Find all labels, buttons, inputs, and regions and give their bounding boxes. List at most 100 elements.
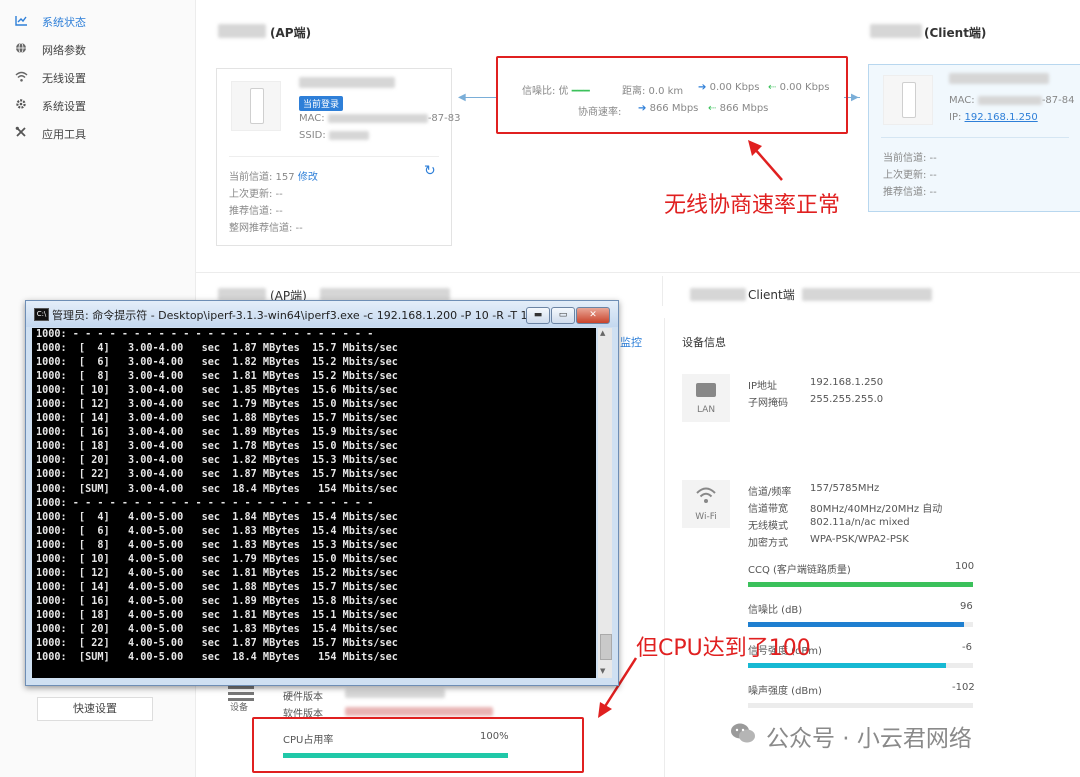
cmd-title: 管理员: 命令提示符 - Desktop\iperf-3.1.3-win64\i… bbox=[52, 309, 549, 322]
ap-ssid: SSID: bbox=[299, 130, 369, 141]
signal-bar-fill bbox=[748, 663, 946, 668]
modify-channel-link[interactable]: 修改 bbox=[298, 172, 318, 183]
client-name-redacted bbox=[870, 24, 922, 38]
ip-label: IP地址 bbox=[748, 381, 777, 392]
mode-label: 无线模式 bbox=[748, 521, 788, 532]
refresh-icon[interactable]: ↻ bbox=[424, 163, 436, 179]
encrypt-value: WPA-PSK/WPA2-PSK bbox=[810, 534, 909, 545]
ap-network-recommended-channel: 整网推荐信道: -- bbox=[229, 223, 303, 234]
wifi-panel-icon: Wi-Fi bbox=[682, 480, 730, 528]
current-login-badge: 当前登录 bbox=[299, 96, 344, 111]
sidebar-item-label: 系统状态 bbox=[42, 16, 86, 29]
divider bbox=[664, 318, 665, 777]
cmd-app-icon: C:\ bbox=[34, 308, 49, 321]
snr-value: 96 bbox=[960, 601, 973, 612]
watermark-text: 公众号 · 小云君网络 bbox=[766, 726, 972, 752]
scroll-thumb[interactable] bbox=[600, 634, 612, 660]
sidebar-item-system-settings[interactable]: 系统设置 bbox=[14, 97, 86, 117]
device-label: 设备 bbox=[230, 703, 249, 713]
ccq-value: 100 bbox=[955, 561, 975, 572]
annotation-wireless-ok: 无线协商速率正常 bbox=[664, 193, 841, 218]
client-ip-link[interactable]: 192.168.1.250 bbox=[965, 112, 1038, 123]
gear-icon bbox=[14, 97, 28, 117]
highlight-box-cpu bbox=[252, 717, 584, 773]
lower-client-name-redacted bbox=[690, 288, 746, 301]
scroll-up-icon[interactable]: ▲ bbox=[600, 329, 605, 337]
ap-header: (AP端) bbox=[270, 26, 312, 40]
divider bbox=[881, 137, 1069, 138]
bandwidth-value: 80MHz/40MHz/20MHz 自动 bbox=[810, 504, 943, 515]
snr-label: 信噪比 (dB) bbox=[748, 605, 803, 616]
client-model-redacted bbox=[949, 73, 1049, 84]
wechat-logo-icon bbox=[730, 722, 756, 744]
mode-value: 802.11a/n/ac mixed bbox=[810, 517, 910, 528]
sidebar-item-network[interactable]: 网络参数 bbox=[14, 41, 86, 61]
quick-setup-button[interactable]: 快速设置 bbox=[37, 697, 153, 721]
sidebar-item-label: 网络参数 bbox=[42, 44, 86, 57]
bandwidth-label: 信道带宽 bbox=[748, 504, 788, 515]
noise-label: 噪声强度 (dBm) bbox=[748, 686, 822, 697]
snr-bar-fill bbox=[748, 622, 964, 627]
cmd-console[interactable]: 1000: - - - - - - - - - - - - - - - - - … bbox=[32, 328, 596, 678]
ap-recommended-channel: 推荐信道: -- bbox=[229, 206, 283, 217]
device-info-title: 设备信息 bbox=[682, 336, 726, 349]
monitor-link[interactable]: 监控 bbox=[620, 334, 642, 350]
scroll-down-icon[interactable]: ▼ bbox=[600, 667, 605, 675]
noise-value: -102 bbox=[952, 682, 975, 693]
minimize-button[interactable]: ▬ bbox=[526, 307, 550, 324]
chart-icon bbox=[14, 13, 28, 33]
lower-client-detail-redacted bbox=[802, 288, 932, 301]
ap-channel: 当前信道: 157 修改 bbox=[229, 172, 318, 183]
signal-value: -6 bbox=[962, 642, 972, 653]
ip-value: 192.168.1.250 bbox=[810, 377, 884, 388]
ap-card: 当前登录 MAC: -87-83 SSID: 当前信道: 157 修改 ↻ 上次… bbox=[216, 68, 461, 246]
ap-name-redacted bbox=[218, 24, 266, 38]
hw-version-redacted bbox=[345, 689, 445, 698]
mask-label: 子网掩码 bbox=[748, 398, 788, 409]
signal-bar bbox=[748, 663, 973, 668]
wifi-icon bbox=[14, 69, 28, 89]
section-divider bbox=[196, 272, 1080, 273]
sidebar-item-wireless[interactable]: 无线设置 bbox=[14, 69, 86, 89]
snr-bar bbox=[748, 622, 973, 627]
ap-model-redacted bbox=[299, 77, 395, 88]
arrow-right-icon: ▶ bbox=[851, 92, 859, 103]
sidebar-item-system-status[interactable]: 系统状态 bbox=[14, 13, 86, 33]
client-card: MAC: -87-84 IP: 192.168.1.250 当前信道: -- 上… bbox=[868, 64, 1080, 212]
channel-freq-label: 信道/频率 bbox=[748, 487, 792, 498]
divider bbox=[662, 276, 663, 306]
client-recommended-channel: 推荐信道: -- bbox=[883, 187, 937, 198]
client-mac: MAC: -87-84 bbox=[949, 95, 1075, 106]
client-last-update: 上次更新: -- bbox=[883, 170, 937, 181]
cmd-titlebar[interactable]: C:\ 管理员: 命令提示符 - Desktop\iperf-3.1.3-win… bbox=[26, 301, 618, 327]
cmd-window[interactable]: C:\ 管理员: 命令提示符 - Desktop\iperf-3.1.3-win… bbox=[25, 300, 619, 686]
wifi-label: Wi-Fi bbox=[695, 512, 717, 522]
ccq-bar-fill bbox=[748, 582, 973, 587]
sidebar-item-tools[interactable]: 应用工具 bbox=[14, 125, 86, 145]
ccq-label: CCQ (客户端链路质量) bbox=[748, 565, 851, 576]
client-ip: IP: 192.168.1.250 bbox=[949, 112, 1038, 123]
ap-last-update: 上次更新: -- bbox=[229, 189, 283, 200]
lower-client-header: Client端 bbox=[748, 288, 795, 302]
client-header: (Client端) bbox=[924, 26, 987, 40]
ccq-bar bbox=[748, 582, 973, 587]
client-channel: 当前信道: -- bbox=[883, 153, 937, 164]
divider bbox=[229, 156, 439, 157]
globe-icon bbox=[14, 41, 28, 61]
tools-icon bbox=[14, 125, 28, 145]
router-image bbox=[231, 81, 281, 131]
sidebar-item-label: 无线设置 bbox=[42, 72, 86, 85]
hw-version-label: 硬件版本 bbox=[283, 692, 323, 703]
channel-freq-value: 157/5785MHz bbox=[810, 483, 880, 494]
annotation-cpu-100: 但CPU达到了100 bbox=[636, 636, 811, 661]
lan-icon: LAN bbox=[682, 374, 730, 422]
sidebar-item-label: 应用工具 bbox=[42, 128, 86, 141]
client-device-image bbox=[883, 75, 933, 125]
maximize-button[interactable]: ▭ bbox=[551, 307, 575, 324]
encrypt-label: 加密方式 bbox=[748, 538, 788, 549]
close-button[interactable]: ✕ bbox=[576, 307, 610, 324]
ap-mac: MAC: -87-83 bbox=[299, 113, 461, 124]
annotation-arrow-icon bbox=[748, 140, 783, 181]
cmd-scrollbar[interactable]: ▲ ▼ bbox=[598, 328, 612, 678]
noise-bar bbox=[748, 703, 973, 708]
